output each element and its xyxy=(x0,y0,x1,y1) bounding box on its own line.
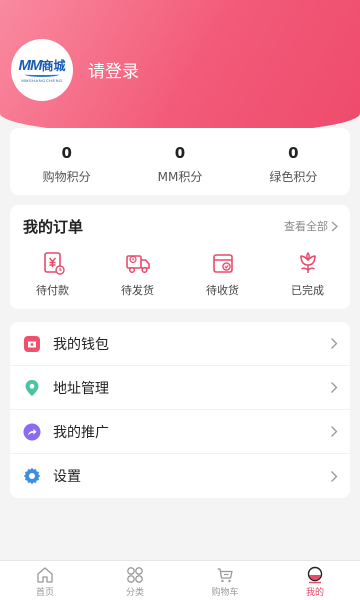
points-card: 0 购物积分 0 MM积分 0 绿色积分 xyxy=(10,128,350,195)
chevron-right-icon xyxy=(331,426,338,437)
tab-label: 购物车 xyxy=(211,588,239,598)
chevron-right-icon xyxy=(331,221,338,231)
points-mm[interactable]: 0 MM积分 xyxy=(123,128,236,195)
menu-item-wallet[interactable]: 我的钱包 xyxy=(10,322,350,366)
order-pending-receipt[interactable]: 待收货 xyxy=(180,250,265,298)
chevron-right-icon xyxy=(331,338,338,349)
tab-label: 首页 xyxy=(35,588,54,598)
tab-home[interactable]: 首页 xyxy=(0,561,90,600)
logo-subtitle: MMSHANGCHENG xyxy=(21,77,63,83)
order-completed[interactable]: 已完成 xyxy=(265,250,350,298)
cart-icon xyxy=(217,568,233,583)
app-logo: MM 商城 xyxy=(18,58,65,73)
menu-item-settings[interactable]: 设置 xyxy=(10,454,350,498)
points-green[interactable]: 0 绿色积分 xyxy=(237,128,350,195)
bottom-tab-bar: 首页 分类 购物车 我的 xyxy=(0,560,360,600)
profile-header: MM 商城 MMSHANGCHENG 请登录 xyxy=(0,0,360,135)
menu-card: 我的钱包 地址管理 我的推广 设置 xyxy=(10,322,350,498)
flower-icon xyxy=(299,251,316,273)
logo-swoosh xyxy=(25,72,59,77)
menu-label: 我的钱包 xyxy=(53,336,109,353)
profile-icon xyxy=(307,566,323,584)
points-value: 0 xyxy=(61,144,72,162)
points-label: MM积分 xyxy=(157,170,203,184)
points-value: 0 xyxy=(174,144,186,162)
view-all-label: 查看全部 xyxy=(284,220,328,233)
pending-payment-icon xyxy=(43,252,65,275)
chevron-right-icon xyxy=(331,470,338,482)
menu-label: 设置 xyxy=(53,469,81,485)
order-label: 已完成 xyxy=(291,284,324,297)
tab-cart[interactable]: 购物车 xyxy=(180,561,270,600)
menu-item-promotion[interactable]: 我的推广 xyxy=(10,410,350,454)
logo-mm: MM xyxy=(18,56,42,74)
tab-label: 分类 xyxy=(125,588,144,598)
home-icon xyxy=(37,567,53,583)
order-label: 待发货 xyxy=(121,284,154,297)
order-label: 待付款 xyxy=(36,284,69,297)
share-icon xyxy=(23,423,41,440)
wallet-icon xyxy=(24,335,40,352)
order-status-row: 待付款 待发货 待收货 已完成 xyxy=(10,250,350,298)
orders-title: 我的订单 xyxy=(23,218,84,236)
gear-icon xyxy=(23,467,41,485)
truck-icon xyxy=(125,255,150,274)
points-value: 0 xyxy=(288,144,299,162)
chevron-right-icon xyxy=(331,382,338,393)
order-label: 待收货 xyxy=(206,284,239,297)
view-all-orders-link[interactable]: 查看全部 xyxy=(284,218,338,234)
points-label: 绿色积分 xyxy=(269,170,318,184)
tab-label: 我的 xyxy=(305,588,324,598)
orders-card: 我的订单 查看全部 待付款 待发货 待收货 已完成 xyxy=(10,205,350,309)
order-pending-shipment[interactable]: 待发货 xyxy=(95,250,180,298)
category-icon xyxy=(127,567,143,583)
tab-profile[interactable]: 我的 xyxy=(270,561,360,600)
order-pending-payment[interactable]: 待付款 xyxy=(10,250,95,298)
points-label: 购物积分 xyxy=(42,170,91,184)
box-check-icon xyxy=(212,254,233,273)
tab-category[interactable]: 分类 xyxy=(90,561,180,600)
menu-item-address[interactable]: 地址管理 xyxy=(10,366,350,410)
menu-label: 地址管理 xyxy=(53,380,109,397)
logo-cn: 商城 xyxy=(41,58,66,73)
menu-label: 我的推广 xyxy=(53,424,109,441)
avatar[interactable]: MM 商城 MMSHANGCHENG xyxy=(11,39,73,101)
location-pin-icon xyxy=(25,379,39,396)
points-shopping[interactable]: 0 购物积分 xyxy=(10,128,123,195)
login-link[interactable]: 请登录 xyxy=(88,57,139,82)
